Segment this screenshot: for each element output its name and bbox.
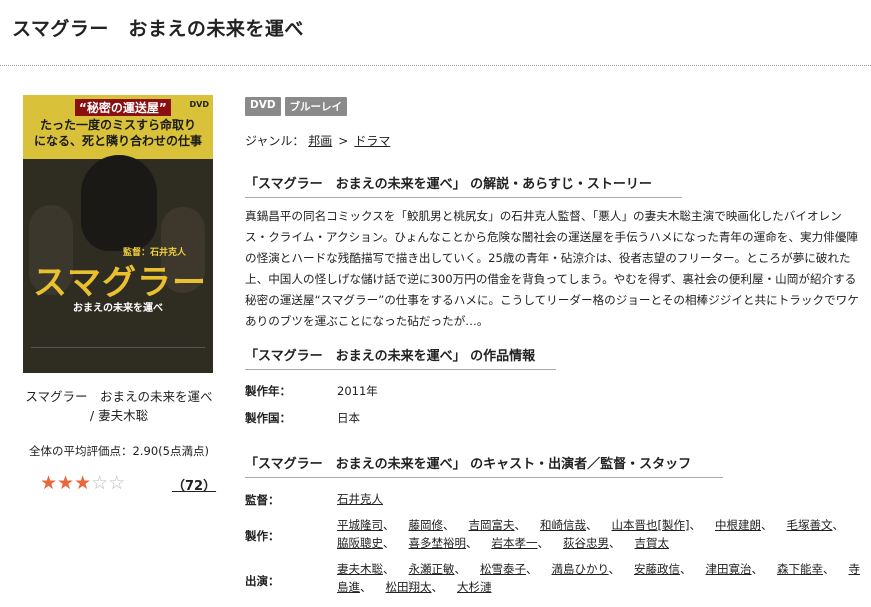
credit-list-cast: 妻夫木聡、 永瀬正敏、 松雪泰子、 満島ひかり、 安藤政信、 津田寛治、 森下能幸、 寺島進、… (337, 560, 865, 596)
production-link[interactable]: 藤岡修 (409, 518, 444, 532)
production-link[interactable]: 喜多埜裕明 (409, 536, 467, 550)
cast-heading: 「スマグラー おまえの未来を運べ」 のキャスト・出演者／監督・スタッフ (245, 453, 723, 478)
list-separator: 、 (383, 518, 395, 532)
cast-link[interactable]: 妻夫木聡 (337, 562, 383, 576)
header-divider (0, 65, 871, 66)
genre-label: ジャンル： (245, 134, 305, 148)
genre-link-drama[interactable]: ドラマ (354, 134, 390, 148)
cast-link[interactable]: 安藤政信 (634, 562, 680, 576)
list-separator: 、 (537, 536, 550, 550)
product-title-main: スマグラー おまえの未来を運べ (25, 389, 213, 404)
production-link[interactable]: 吉岡富夫 (469, 518, 515, 532)
poster-catchcopy: たった一度のミスすら命取り になる、死と隣り合わせの仕事 (33, 118, 202, 148)
star-rating: ★★★☆☆ (40, 472, 125, 494)
production-link[interactable]: 毛塚善文 (786, 518, 832, 532)
production-link[interactable]: 吉賀太 (635, 536, 670, 550)
list-separator: 、 (680, 562, 692, 576)
info-row-year: 製作年： 2011年 (245, 383, 378, 399)
poster-figure-main (81, 155, 157, 251)
production-link[interactable]: 山本晋也[製作] (612, 518, 690, 532)
production-link[interactable]: 中根建朗 (715, 518, 761, 532)
list-separator: 、 (514, 518, 527, 532)
poster-dvd-mark: DVD (189, 100, 209, 109)
star-filled-icon: ★★★ (40, 472, 92, 494)
genre-link-houga[interactable]: 邦画 (308, 134, 332, 148)
page-title: スマグラー おまえの未来を運べ (12, 18, 304, 40)
list-separator: 、 (431, 580, 444, 594)
genre-breadcrumb: ジャンル： 邦画 > ドラマ (245, 132, 390, 149)
info-value-year: 2011年 (337, 384, 378, 398)
poster-tagline: “秘密の運送屋” (75, 99, 171, 116)
product-title: スマグラー おまえの未来を運べ / 妻夫木聡 (14, 387, 224, 425)
list-separator: 、 (823, 562, 835, 576)
info-value-country: 日本 (337, 411, 360, 425)
production-link[interactable]: 平城隆司 (337, 518, 383, 532)
product-title-cast: / 妻夫木聡 (89, 408, 149, 423)
credit-label-production: 製作： (245, 529, 280, 543)
credit-label-cast: 出演： (245, 574, 280, 588)
list-separator: 、 (466, 536, 478, 550)
list-separator: 、 (609, 536, 621, 550)
list-separator: 、 (383, 536, 395, 550)
info-label-year: 製作年： (245, 384, 291, 398)
list-separator: 、 (586, 518, 598, 532)
list-separator: 、 (360, 580, 372, 594)
cast-link[interactable]: 松雪泰子 (480, 562, 526, 576)
list-separator: 、 (454, 562, 467, 576)
cast-link[interactable]: 森下能幸 (777, 562, 823, 576)
credit-list-director: 石井克人 (337, 490, 865, 508)
credit-list-production: 平城隆司、 藤岡修、 吉岡富夫、 和崎信哉、 山本晋也[製作]、 中根建朗、 毛塚善文、脇阪… (337, 516, 865, 552)
list-separator: 、 (383, 562, 395, 576)
production-link[interactable]: 荻谷忠男 (563, 536, 609, 550)
cast-link[interactable]: 大杉漣 (457, 580, 492, 594)
cast-link[interactable]: 津田寛治 (706, 562, 752, 576)
info-heading: 「スマグラー おまえの未来を運べ」 の作品情報 (245, 345, 556, 370)
badge-bluray: ブルーレイ (284, 97, 348, 116)
rating-summary: 全体の平均評価点：2.90(5点満点) (29, 444, 209, 458)
info-label-country: 製作国： (245, 411, 291, 425)
cast-link[interactable]: 満島ひかり (552, 562, 609, 576)
format-badges: DVD ブルーレイ (245, 97, 348, 116)
production-link[interactable]: 岩本孝一 (492, 536, 538, 550)
review-count-link[interactable]: （72） (172, 475, 216, 494)
credit-label-director: 監督： (245, 493, 280, 507)
list-separator: 、 (443, 518, 455, 532)
badge-dvd: DVD (245, 97, 281, 116)
synopsis-text: 真鍋昌平の同名コミックスを「鮫肌男と桃尻女」の石井克人監督、「悪人」の妻夫木聡主… (245, 209, 859, 328)
production-link[interactable]: 脇阪聰史 (337, 536, 383, 550)
poster-credit-block (31, 347, 205, 365)
breadcrumb-separator: > (338, 134, 349, 148)
list-separator: 、 (760, 518, 773, 532)
list-separator: 、 (751, 562, 764, 576)
list-separator: 、 (526, 562, 538, 576)
dvd-cover-image[interactable]: “秘密の運送屋” DVD たった一度のミスすら命取り になる、死と隣り合わせの仕… (23, 95, 213, 373)
list-separator: 、 (832, 518, 844, 532)
info-row-country: 製作国： 日本 (245, 410, 360, 426)
production-link[interactable]: 和崎信哉 (540, 518, 586, 532)
cast-link[interactable]: 永瀬正敏 (409, 562, 455, 576)
cast-link[interactable]: 松田翔太 (386, 580, 432, 594)
director-link[interactable]: 石井克人 (337, 492, 383, 506)
list-separator: 、 (689, 518, 701, 532)
synopsis-heading: 「スマグラー おまえの未来を運べ」 の解説・あらすじ・ストーリー (245, 173, 682, 198)
poster-logo: スマグラー (33, 263, 207, 303)
list-separator: 、 (608, 562, 621, 576)
star-empty-icon: ☆☆ (91, 472, 126, 494)
poster-subtitle: おまえの未来を運べ (73, 303, 163, 314)
